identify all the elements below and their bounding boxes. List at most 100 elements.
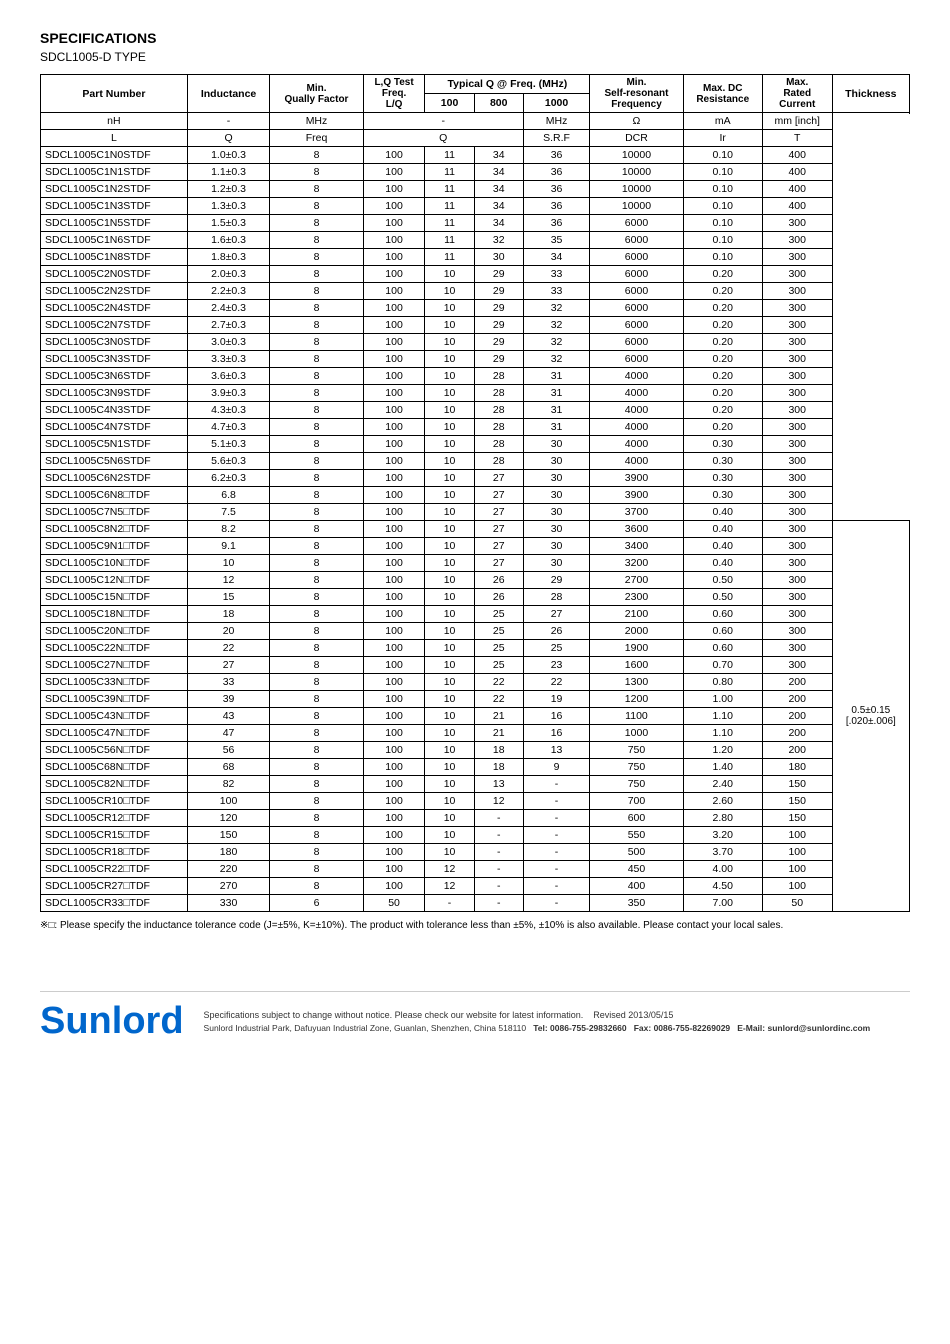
cell-dcr: 0.70 (683, 657, 762, 674)
cell-ir: 150 (762, 776, 832, 793)
table-row: SDCL1005C4N3STDF4.3±0.3810010283140000.2… (41, 402, 910, 419)
cell-inductance: 1.5±0.3 (187, 215, 270, 232)
cell-q100: 12 (425, 861, 474, 878)
cell-dcr: 0.40 (683, 521, 762, 538)
cell-min-q: 8 (270, 504, 363, 521)
cell-q800: 26 (474, 572, 523, 589)
cell-q100: 10 (425, 725, 474, 742)
cell-dcr: 0.30 (683, 436, 762, 453)
cell-q1000: 32 (523, 334, 589, 351)
cell-ir: 300 (762, 538, 832, 555)
cell-srf: 6000 (590, 215, 683, 232)
cell-min-q: 8 (270, 759, 363, 776)
table-row: SDCL1005C8N2□TDF8.2810010273036000.40300… (41, 521, 910, 538)
cell-min-q: 8 (270, 555, 363, 572)
cell-q800: 29 (474, 317, 523, 334)
cell-inductance: 82 (187, 776, 270, 793)
cell-lq-freq: 100 (363, 827, 425, 844)
cell-min-q: 8 (270, 810, 363, 827)
cell-min-q: 8 (270, 368, 363, 385)
cell-q800: 18 (474, 759, 523, 776)
table-row: SDCL1005C22N□TDF22810010252519000.60300 (41, 640, 910, 657)
cell-dcr: 0.10 (683, 249, 762, 266)
cell-q800: - (474, 844, 523, 861)
cell-q800: 18 (474, 742, 523, 759)
cell-dcr: 0.20 (683, 351, 762, 368)
cell-inductance: 150 (187, 827, 270, 844)
cell-srf: 3400 (590, 538, 683, 555)
table-row: SDCL1005C1N0STDF1.0±0.38100113436100000.… (41, 147, 910, 164)
cell-q1000: 25 (523, 640, 589, 657)
cell-srf: 2000 (590, 623, 683, 640)
cell-q800: - (474, 827, 523, 844)
cell-min-q: 8 (270, 725, 363, 742)
cell-lq-freq: 100 (363, 249, 425, 266)
cell-ir: 50 (762, 895, 832, 912)
table-row: SDCL1005CR18□TDF180810010--5003.70100 (41, 844, 910, 861)
cell-q1000: 35 (523, 232, 589, 249)
cell-q1000: 36 (523, 147, 589, 164)
table-row: SDCL1005CR12□TDF120810010--6002.80150 (41, 810, 910, 827)
table-row: SDCL1005C1N8STDF1.8±0.3810011303460000.1… (41, 249, 910, 266)
cell-ir: 100 (762, 827, 832, 844)
cell-q100: 10 (425, 555, 474, 572)
cell-dcr: 2.60 (683, 793, 762, 810)
cell-q800: 28 (474, 453, 523, 470)
sym-inductance: L (41, 130, 188, 147)
table-row: SDCL1005C68N□TDF688100101897501.40180 (41, 759, 910, 776)
cell-lq-freq: 100 (363, 538, 425, 555)
cell-inductance: 20 (187, 623, 270, 640)
cell-min-q: 8 (270, 385, 363, 402)
table-row: SDCL1005C33N□TDF33810010222213000.80200 (41, 674, 910, 691)
cell-q1000: 36 (523, 164, 589, 181)
cell-srf: 3600 (590, 521, 683, 538)
cell-q100: 10 (425, 504, 474, 521)
cell-dcr: 1.20 (683, 742, 762, 759)
cell-min-q: 8 (270, 164, 363, 181)
cell-q1000: 36 (523, 215, 589, 232)
cell-lq-freq: 100 (363, 691, 425, 708)
cell-q800: 27 (474, 487, 523, 504)
cell-dcr: 0.30 (683, 453, 762, 470)
cell-part-number: SDCL1005C2N2STDF (41, 283, 188, 300)
cell-srf: 4000 (590, 419, 683, 436)
cell-min-q: 8 (270, 402, 363, 419)
col-typical-q-header: Typical Q @ Freq. (MHz) (425, 75, 590, 94)
table-row: SDCL1005C3N6STDF3.6±0.3810010283140000.2… (41, 368, 910, 385)
cell-lq-freq: 100 (363, 640, 425, 657)
cell-dcr: 0.40 (683, 538, 762, 555)
cell-inductance: 1.6±0.3 (187, 232, 270, 249)
cell-part-number: SDCL1005C4N3STDF (41, 402, 188, 419)
cell-lq-freq: 100 (363, 453, 425, 470)
cell-part-number: SDCL1005C33N□TDF (41, 674, 188, 691)
cell-ir: 400 (762, 198, 832, 215)
cell-inductance: 2.0±0.3 (187, 266, 270, 283)
unit-freq: MHz (270, 113, 363, 130)
cell-q800: 28 (474, 368, 523, 385)
cell-q100: 10 (425, 657, 474, 674)
table-row: SDCL1005C1N5STDF1.5±0.3810011343660000.1… (41, 215, 910, 232)
cell-lq-freq: 100 (363, 810, 425, 827)
cell-part-number: SDCL1005C43N□TDF (41, 708, 188, 725)
cell-q1000: 30 (523, 555, 589, 572)
table-row: SDCL1005C47N□TDF47810010211610001.10200 (41, 725, 910, 742)
cell-dcr: 7.00 (683, 895, 762, 912)
sym-dcr: DCR (590, 130, 683, 147)
cell-dcr: 0.10 (683, 164, 762, 181)
cell-lq-freq: 100 (363, 470, 425, 487)
cell-lq-freq: 100 (363, 181, 425, 198)
table-row: SDCL1005C4N7STDF4.7±0.3810010283140000.2… (41, 419, 910, 436)
cell-inductance: 8.2 (187, 521, 270, 538)
cell-min-q: 8 (270, 334, 363, 351)
cell-dcr: 0.40 (683, 504, 762, 521)
table-row: SDCL1005C1N3STDF1.3±0.38100113436100000.… (41, 198, 910, 215)
cell-part-number: SDCL1005C1N3STDF (41, 198, 188, 215)
cell-dcr: 0.60 (683, 640, 762, 657)
col-min-q: Min.Qually Factor (270, 75, 363, 113)
cell-srf: 1900 (590, 640, 683, 657)
cell-inductance: 39 (187, 691, 270, 708)
specifications-table: Part Number Inductance Min.Qually Factor… (40, 74, 910, 912)
cell-lq-freq: 100 (363, 283, 425, 300)
cell-inductance: 180 (187, 844, 270, 861)
cell-srf: 6000 (590, 351, 683, 368)
